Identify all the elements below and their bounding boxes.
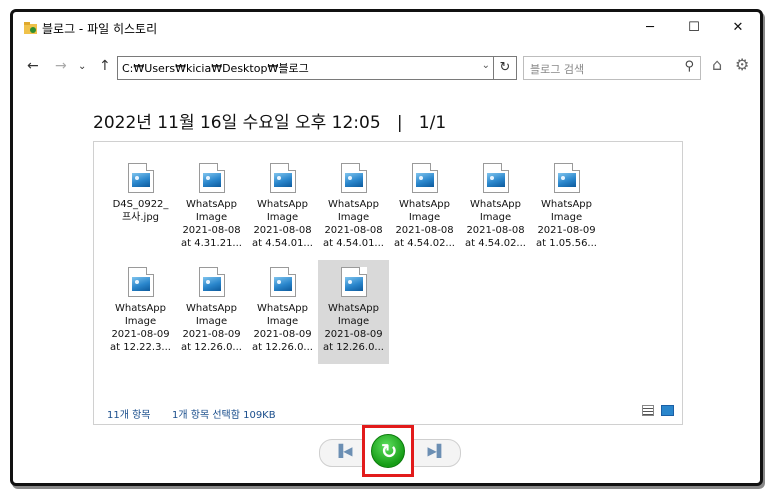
large-icons-view-icon[interactable] — [661, 405, 674, 416]
file-item[interactable]: WhatsApp Image 2021-08-08 at 4.31.21... — [176, 156, 247, 260]
file-item[interactable]: WhatsApp Image 2021-08-09 at 12.26.0... — [247, 260, 318, 364]
close-button[interactable]: ✕ — [716, 12, 760, 44]
file-name-line: WhatsApp — [256, 303, 309, 314]
image-file-icon — [269, 267, 296, 297]
image-file-icon — [411, 163, 438, 193]
file-item[interactable]: WhatsApp Image 2021-08-09 at 1.05.56... — [531, 156, 602, 260]
file-name-line: Image — [337, 316, 370, 327]
previous-version-button[interactable]: ▐◀ — [334, 444, 352, 458]
file-name-line: 2021-08-08 — [253, 225, 312, 236]
next-version-button[interactable]: ▶▌ — [428, 444, 446, 458]
restore-highlight-box: ↻ — [362, 425, 414, 477]
file-name-line: at 4.54.01... — [252, 238, 313, 249]
file-name-line: WhatsApp — [469, 199, 522, 210]
file-name-line: at 4.31.21... — [181, 238, 242, 249]
file-name-line: Image — [124, 316, 157, 327]
details-view-icon[interactable] — [642, 405, 654, 416]
file-name-line: WhatsApp — [327, 303, 380, 314]
image-file-icon — [127, 267, 154, 297]
file-item-selected[interactable]: WhatsApp Image 2021-08-09 at 12.26.0... — [318, 260, 389, 364]
selection-info: 1개 항목 선택함 109KB — [172, 410, 276, 421]
home-icon[interactable]: ⌂ — [712, 55, 722, 74]
file-item[interactable]: WhatsApp Image 2021-08-08 at 4.54.02... — [389, 156, 460, 260]
file-name-line: Image — [195, 316, 228, 327]
snapshot-date-heading: 2022년 11월 16일 수요일 오후 12:05 | 1/1 — [93, 113, 447, 133]
file-name-line: WhatsApp — [540, 199, 593, 210]
file-name-line: at 12.22.3... — [110, 342, 171, 353]
image-file-icon — [340, 163, 367, 193]
file-name-line: at 4.54.02... — [465, 238, 526, 249]
folder-history-icon — [24, 22, 37, 34]
maximize-button[interactable]: ☐ — [672, 12, 716, 44]
image-file-icon — [553, 163, 580, 193]
refresh-icon: ↻ — [499, 60, 511, 75]
file-name-line: 2021-08-08 — [182, 225, 241, 236]
address-text: C:₩Users₩kicia₩Desktop₩블로그 — [122, 62, 309, 75]
file-list-panel: D4S_0922_ 프사.jpg WhatsApp Image 2021-08-… — [93, 141, 683, 425]
file-name-line: 2021-08-09 — [182, 329, 241, 340]
file-name-line: 2021-08-09 — [111, 329, 170, 340]
file-name-line: Image — [408, 212, 441, 223]
file-name-line: Image — [479, 212, 512, 223]
back-arrow-icon[interactable]: ← — [27, 58, 39, 74]
image-file-icon — [482, 163, 509, 193]
file-item[interactable]: WhatsApp Image 2021-08-08 at 4.54.01... — [318, 156, 389, 260]
file-name-line: WhatsApp — [256, 199, 309, 210]
window-title: 블로그 - 파일 히스토리 — [42, 22, 158, 36]
file-history-window: 블로그 - 파일 히스토리 ─ ☐ ✕ ← → ⌄ ↑ C:₩Users₩kic… — [10, 9, 763, 486]
file-name-line: at 12.26.0... — [252, 342, 313, 353]
minimize-button[interactable]: ─ — [628, 12, 672, 44]
up-arrow-icon[interactable]: ↑ — [99, 58, 111, 74]
image-file-icon — [198, 267, 225, 297]
recent-dropdown-icon[interactable]: ⌄ — [78, 61, 86, 72]
file-name-line: 2021-08-08 — [466, 225, 525, 236]
search-icon[interactable]: ⚲ — [684, 59, 694, 74]
refresh-button[interactable]: ↻ — [493, 56, 517, 80]
address-toolbar: ← → ⌄ ↑ C:₩Users₩kicia₩Desktop₩블로그 ⌄ ↻ 블… — [13, 55, 760, 80]
file-name-line: WhatsApp — [398, 199, 451, 210]
file-name-line: 2021-08-09 — [253, 329, 312, 340]
file-name-line: Image — [550, 212, 583, 223]
file-name-line: WhatsApp — [185, 199, 238, 210]
file-name-line: Image — [266, 212, 299, 223]
file-name-line: at 12.26.0... — [323, 342, 384, 353]
file-name-line: at 4.54.01... — [323, 238, 384, 249]
file-name-line: 프사.jpg — [121, 212, 160, 223]
file-name-line: Image — [195, 212, 228, 223]
file-item[interactable]: WhatsApp Image 2021-08-08 at 4.54.01... — [247, 156, 318, 260]
address-dropdown-icon[interactable]: ⌄ — [482, 60, 490, 71]
file-name-line: 2021-08-08 — [324, 225, 383, 236]
file-name-line: 2021-08-09 — [537, 225, 596, 236]
file-name-line: WhatsApp — [185, 303, 238, 314]
image-file-icon — [340, 267, 367, 297]
file-name-line: WhatsApp — [114, 303, 167, 314]
gear-icon[interactable]: ⚙ — [735, 55, 749, 74]
restore-button[interactable]: ↻ — [371, 434, 405, 468]
file-name-line: Image — [337, 212, 370, 223]
image-file-icon — [198, 163, 225, 193]
file-name-line: WhatsApp — [327, 199, 380, 210]
file-name-line: 2021-08-09 — [324, 329, 383, 340]
file-item[interactable]: WhatsApp Image 2021-08-09 at 12.26.0... — [176, 260, 247, 364]
file-name-line: D4S_0922_ — [112, 199, 169, 210]
search-placeholder: 블로그 검색 — [530, 63, 585, 76]
address-bar[interactable]: C:₩Users₩kicia₩Desktop₩블로그 ⌄ — [117, 56, 494, 80]
restore-arrow-icon: ↻ — [380, 439, 398, 463]
search-box[interactable]: 블로그 검색 ⚲ — [523, 56, 701, 80]
item-count: 11개 항목 — [107, 410, 151, 421]
file-grid: D4S_0922_ 프사.jpg WhatsApp Image 2021-08-… — [105, 156, 665, 364]
title-bar: 블로그 - 파일 히스토리 ─ ☐ ✕ — [13, 12, 760, 44]
file-name-line: at 12.26.0... — [181, 342, 242, 353]
file-item[interactable]: WhatsApp Image 2021-08-08 at 4.54.02... — [460, 156, 531, 260]
file-item[interactable]: D4S_0922_ 프사.jpg — [105, 156, 176, 260]
file-name-line: 2021-08-08 — [395, 225, 454, 236]
image-file-icon — [269, 163, 296, 193]
forward-arrow-icon[interactable]: → — [55, 58, 67, 74]
file-name-line: Image — [266, 316, 299, 327]
image-file-icon — [127, 163, 154, 193]
file-name-line: at 4.54.02... — [394, 238, 455, 249]
file-name-line: at 1.05.56... — [536, 238, 597, 249]
file-item[interactable]: WhatsApp Image 2021-08-09 at 12.22.3... — [105, 260, 176, 364]
